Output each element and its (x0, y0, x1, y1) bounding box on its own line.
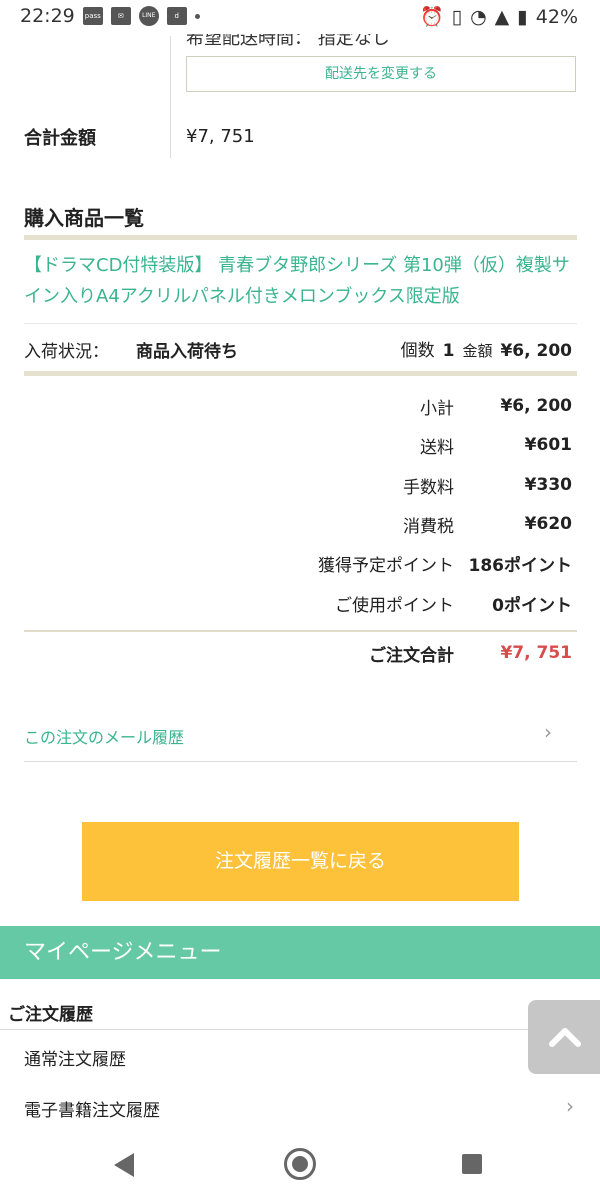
order-history-section-title: ご注文履歴 (8, 1005, 93, 1025)
mail-history-link[interactable]: この注文のメール履歴 (24, 724, 184, 748)
status-bar: 22:29 pass ✉ LINE d ⏰ ▯ ◔ ▲ ▮ 42% (0, 0, 600, 34)
divider (24, 323, 577, 324)
total-amount-value: ¥7, 751 (186, 126, 255, 147)
summary-value: 186ポイント (468, 555, 573, 576)
summary-label: 送料 (420, 437, 454, 458)
quantity-value: 1 (442, 341, 455, 361)
summary-row-subtotal: 小計 ¥6, 200 (172, 392, 572, 420)
home-nav-icon[interactable] (284, 1148, 316, 1180)
scroll-to-top-button[interactable] (528, 1000, 600, 1074)
stock-status-value: 商品入荷待ち (136, 342, 238, 362)
summary-row-earned-points: 獲得予定ポイント 186ポイント (172, 549, 572, 577)
summary-row-shipping: 送料 ¥601 (172, 431, 572, 459)
divider (0, 1029, 600, 1030)
summary-label: 獲得予定ポイント (318, 555, 454, 576)
battery-icon: ▮ (517, 5, 528, 28)
chevron-right-icon[interactable]: › (566, 1094, 574, 1118)
stock-status-label: 入荷状況： (24, 342, 109, 362)
amount-value: ¥6, 200 (500, 341, 572, 361)
quantity-amount: 個数 1 金額 ¥6, 200 (401, 336, 572, 361)
summary-value: 0ポイント (492, 595, 572, 616)
status-time: 22:29 (20, 5, 75, 27)
summary-row-grand-total: ご注文合計 ¥7, 751 (172, 639, 572, 667)
summary-label: 手数料 (403, 477, 454, 498)
mail-icon: ✉ (110, 7, 131, 25)
wifi-icon: ◔ (470, 5, 487, 28)
divider (24, 761, 577, 762)
back-nav-icon[interactable] (114, 1153, 134, 1177)
change-address-button[interactable]: 配送先を変更する (186, 56, 576, 92)
total-amount-label: 合計金額 (24, 128, 96, 149)
quantity-label: 個数 (400, 341, 435, 361)
chevron-up-icon (549, 1028, 581, 1047)
summary-row-used-points: ご使用ポイント 0ポイント (172, 589, 572, 617)
mypage-menu-header: マイページメニュー (0, 926, 600, 979)
purchase-list-title: 購入商品一覧 (24, 206, 144, 230)
summary-value: ¥601 (524, 435, 572, 455)
amount-label: 金額 (462, 342, 493, 360)
table-divider (170, 36, 171, 158)
section-divider (24, 371, 577, 376)
summary-label: ご使用ポイント (335, 595, 454, 616)
grand-total-value: ¥7, 751 (500, 643, 572, 663)
summary-label: 消費税 (403, 516, 454, 537)
d-app-icon: d (166, 7, 187, 25)
recent-apps-icon[interactable] (462, 1154, 482, 1174)
signal-icon: ▲ (494, 5, 510, 28)
summary-value: ¥620 (524, 514, 572, 534)
back-to-order-history-button[interactable]: 注文履歴一覧に戻る (82, 822, 519, 901)
section-divider (24, 235, 577, 240)
summary-value: ¥330 (524, 475, 572, 495)
chevron-right-icon[interactable]: › (544, 720, 552, 744)
summary-value: ¥6, 200 (500, 396, 572, 416)
notification-dot-icon (194, 13, 200, 19)
menu-item-normal-orders[interactable]: 通常注文履歴 (24, 1045, 126, 1070)
grand-total-label: ご注文合計 (369, 645, 454, 666)
battery-percent: 42% (535, 5, 578, 28)
alarm-icon: ⏰ (419, 6, 444, 28)
line-icon: LINE (138, 6, 159, 26)
divider (24, 630, 577, 632)
summary-row-fee: 手数料 ¥330 (172, 471, 572, 499)
pass-icon: pass (82, 7, 103, 25)
vibrate-icon: ▯ (451, 5, 463, 28)
summary-row-tax: 消費税 ¥620 (172, 510, 572, 538)
product-name-link[interactable]: 【ドラマCD付特装版】 青春ブタ野郎シリーズ 第10弾（仮）複製サイン入りA4ア… (24, 250, 576, 312)
summary-label: 小計 (420, 398, 454, 419)
menu-item-ebook-orders[interactable]: 電子書籍注文履歴 (24, 1096, 160, 1121)
